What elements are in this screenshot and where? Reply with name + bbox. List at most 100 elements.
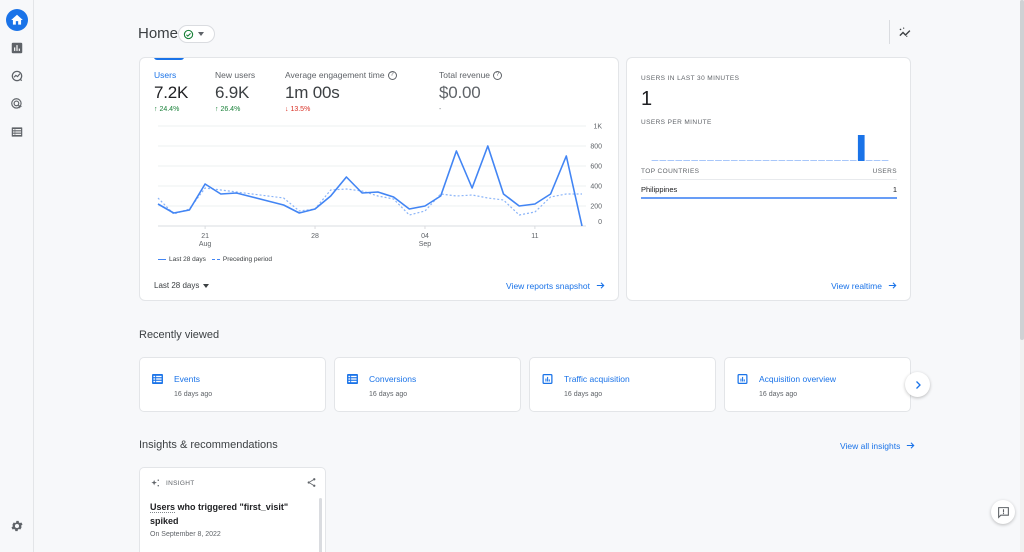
recent-item-acquisition-overview[interactable]: Acquisition overview 16 days ago — [724, 357, 911, 412]
per-minute-bar — [849, 160, 857, 161]
page-title: Home — [138, 25, 179, 42]
metric-delta: ↑ 26.4% — [215, 106, 241, 113]
per-minute-bar — [842, 160, 849, 161]
country-name: Philippines — [641, 185, 678, 194]
data-status-dropdown[interactable] — [178, 25, 215, 43]
legend-item-current: Last 28 days — [158, 256, 206, 263]
bar-chart-icon — [542, 374, 553, 384]
metric-delta: - — [439, 106, 442, 113]
top-countries-header: TOP COUNTRIES USERS — [641, 168, 897, 180]
recent-item-traffic-acquisition[interactable]: Traffic acquisition 16 days ago — [529, 357, 716, 412]
recent-item-conversions[interactable]: Conversions 16 days ago — [334, 357, 521, 412]
x-tick-label: 04 — [421, 233, 429, 240]
metric-tab-new-users[interactable]: New users 6.9K ↑ 26.4% — [215, 70, 255, 113]
nav-home[interactable] — [6, 9, 28, 31]
insight-title: Users who triggered "first_visit" spiked — [150, 500, 315, 528]
insight-card[interactable]: INSIGHT Users who triggered "first_visit… — [139, 467, 326, 552]
users-per-minute-label: USERS PER MINUTE — [641, 119, 712, 126]
help-icon[interactable]: ? — [493, 70, 503, 80]
per-minute-bar — [699, 160, 706, 161]
y-tick-label: 200 — [590, 204, 602, 211]
nav-rail — [0, 0, 34, 552]
home-icon — [11, 14, 23, 25]
insights-title: Insights & recommendations — [139, 439, 278, 451]
page-scrollbar-thumb[interactable] — [1020, 0, 1024, 340]
per-minute-bar — [778, 160, 786, 161]
metric-delta: ↓ 13.5% — [285, 106, 311, 113]
insight-metric-term[interactable]: Users — [150, 502, 176, 513]
x-tick-label: 28 — [311, 233, 319, 240]
recent-item-title: Conversions — [369, 374, 417, 384]
nav-advertising[interactable] — [6, 93, 28, 115]
chevron-down-icon — [198, 32, 204, 36]
nav-configure[interactable] — [6, 121, 28, 143]
arrow-right-icon — [907, 442, 915, 449]
recent-item-title: Traffic acquisition — [564, 374, 630, 384]
date-range-dropdown[interactable]: Last 28 days — [154, 281, 210, 290]
insight-date: On September 8, 2022 — [150, 531, 221, 538]
metric-tab-users[interactable]: Users 7.2K ↑ 24.4% — [154, 70, 188, 113]
share-icon[interactable] — [306, 477, 317, 488]
users-column-header: USERS — [872, 168, 897, 175]
per-minute-bar — [857, 135, 865, 161]
active-tab-indicator — [154, 58, 184, 60]
header-divider — [889, 20, 890, 44]
metric-delta: ↑ 24.4% — [154, 106, 180, 113]
insights-button[interactable] — [896, 23, 914, 41]
recent-item-time: 16 days ago — [564, 391, 603, 398]
per-minute-bar — [810, 160, 817, 161]
per-minute-bar — [770, 160, 778, 161]
y-tick-label: 400 — [590, 184, 602, 191]
recent-item-time: 16 days ago — [759, 391, 798, 398]
y-tick-label: 1K — [593, 124, 602, 131]
users-line-chart: 0 200 400 600 800 1K 21Aug 28 04Sep 11 — [157, 124, 602, 248]
per-minute-bar — [667, 160, 675, 161]
recent-item-events[interactable]: Events 16 days ago — [139, 357, 326, 412]
arrow-right-icon — [596, 282, 605, 289]
nav-explore[interactable] — [6, 65, 28, 87]
view-realtime-link[interactable]: View realtime — [831, 280, 898, 291]
nav-reports[interactable] — [6, 37, 28, 59]
per-minute-bar — [707, 160, 714, 161]
per-minute-bar — [683, 160, 690, 161]
dashed-line-swatch — [211, 258, 220, 261]
advertising-icon — [11, 98, 23, 109]
per-minute-bar — [818, 160, 825, 161]
y-tick-label: 0 — [598, 219, 602, 226]
bar-chart-icon — [11, 42, 23, 54]
chart-legend: Last 28 days Preceding period — [158, 256, 272, 263]
per-minute-bar — [691, 160, 698, 161]
feedback-icon — [997, 506, 1009, 519]
view-reports-snapshot-link[interactable]: View reports snapshot — [506, 280, 606, 291]
x-tick-label: 11 — [531, 233, 538, 240]
per-minute-bar — [723, 160, 730, 161]
chevron-right-icon — [915, 380, 921, 389]
legend-item-preceding: Preceding period — [211, 256, 272, 263]
admin-settings-button[interactable] — [10, 519, 24, 533]
metric-label: New users — [215, 70, 256, 80]
explore-icon — [11, 70, 23, 82]
per-minute-bar — [873, 160, 881, 161]
per-minute-bar — [675, 160, 683, 161]
per-minute-bar — [881, 160, 889, 161]
realtime-users-value: 1 — [641, 88, 653, 110]
send-feedback-button[interactable] — [991, 500, 1015, 524]
date-range-label: Last 28 days — [154, 281, 200, 290]
metric-tab-total-revenue[interactable]: Total revenue? $0.00 - — [439, 70, 503, 113]
check-circle-icon — [183, 29, 194, 39]
per-minute-bar — [730, 160, 738, 161]
metric-label: Average engagement time? — [285, 70, 397, 80]
per-minute-bar — [715, 160, 722, 161]
carousel-next-button[interactable] — [905, 372, 930, 397]
y-tick-label: 800 — [590, 144, 602, 151]
per-minute-bar — [754, 160, 762, 161]
help-icon[interactable]: ? — [387, 70, 397, 80]
insight-scrollbar[interactable] — [319, 498, 322, 552]
per-minute-bar — [834, 160, 841, 161]
view-all-insights-link[interactable]: View all insights — [840, 440, 916, 451]
per-minute-bar — [762, 160, 770, 161]
gear-icon — [11, 520, 23, 532]
metric-value: 6.9K — [215, 83, 250, 102]
caret-down-icon — [203, 283, 210, 288]
metric-tab-engagement-time[interactable]: Average engagement time? 1m 00s ↓ 13.5% — [285, 70, 397, 113]
